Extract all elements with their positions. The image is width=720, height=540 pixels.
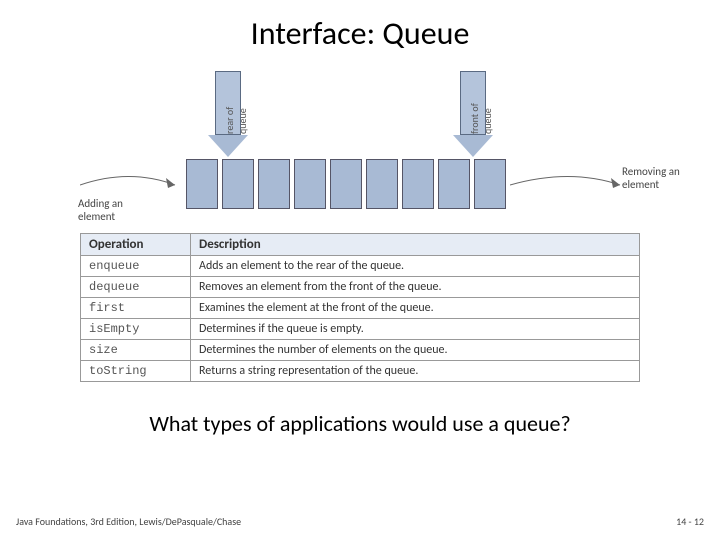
op-desc: Determines if the queue is empty. — [191, 319, 640, 340]
queue-cell — [330, 159, 362, 209]
operations-table-wrap: Operation Description enqueueAdds an ele… — [80, 233, 640, 382]
op-name: dequeue — [81, 277, 191, 298]
queue-cells — [186, 159, 506, 209]
op-desc: Removes an element from the front of the… — [191, 277, 640, 298]
op-name: first — [81, 298, 191, 319]
front-arrow-head-icon — [453, 135, 493, 157]
op-name: toString — [81, 361, 191, 382]
col-description: Description — [191, 234, 640, 256]
queue-cell — [366, 159, 398, 209]
add-label: Adding anelement — [78, 197, 123, 223]
rear-arrow-head-icon — [208, 135, 248, 157]
table-row: isEmptyDetermines if the queue is empty. — [81, 319, 640, 340]
footer-right: 14 - 12 — [676, 515, 704, 528]
question-text: What types of applications would use a q… — [0, 410, 720, 437]
rear-label: rear of queue — [223, 90, 249, 134]
rear-arrow-body: rear of queue — [215, 71, 241, 135]
op-name: enqueue — [81, 256, 191, 277]
col-operation: Operation — [81, 234, 191, 256]
table-row: enqueueAdds an element to the rear of th… — [81, 256, 640, 277]
queue-diagram: rear of queue front of queue Adding anel… — [40, 61, 680, 221]
slide-title: Interface: Queue — [0, 0, 720, 61]
table-row: dequeueRemoves an element from the front… — [81, 277, 640, 298]
remove-label: Removing anelement — [622, 165, 680, 191]
op-name: isEmpty — [81, 319, 191, 340]
front-label: front of queue — [468, 90, 494, 134]
operations-table: Operation Description enqueueAdds an ele… — [80, 233, 640, 382]
remove-arrow-icon — [510, 173, 630, 203]
op-desc: Examines the element at the front of the… — [191, 298, 640, 319]
front-arrow-body: front of queue — [460, 71, 486, 135]
footer: Java Foundations, 3rd Edition, Lewis/DeP… — [16, 515, 704, 528]
table-row: toStringReturns a string representation … — [81, 361, 640, 382]
op-desc: Adds an element to the rear of the queue… — [191, 256, 640, 277]
op-desc: Returns a string representation of the q… — [191, 361, 640, 382]
queue-cell — [438, 159, 470, 209]
footer-left: Java Foundations, 3rd Edition, Lewis/DeP… — [16, 515, 241, 528]
queue-cell — [258, 159, 290, 209]
queue-cell — [294, 159, 326, 209]
queue-cell — [474, 159, 506, 209]
queue-cell — [222, 159, 254, 209]
table-row: firstExamines the element at the front o… — [81, 298, 640, 319]
queue-cell — [186, 159, 218, 209]
queue-cell — [402, 159, 434, 209]
table-row: sizeDetermines the number of elements on… — [81, 340, 640, 361]
op-name: size — [81, 340, 191, 361]
op-desc: Determines the number of elements on the… — [191, 340, 640, 361]
